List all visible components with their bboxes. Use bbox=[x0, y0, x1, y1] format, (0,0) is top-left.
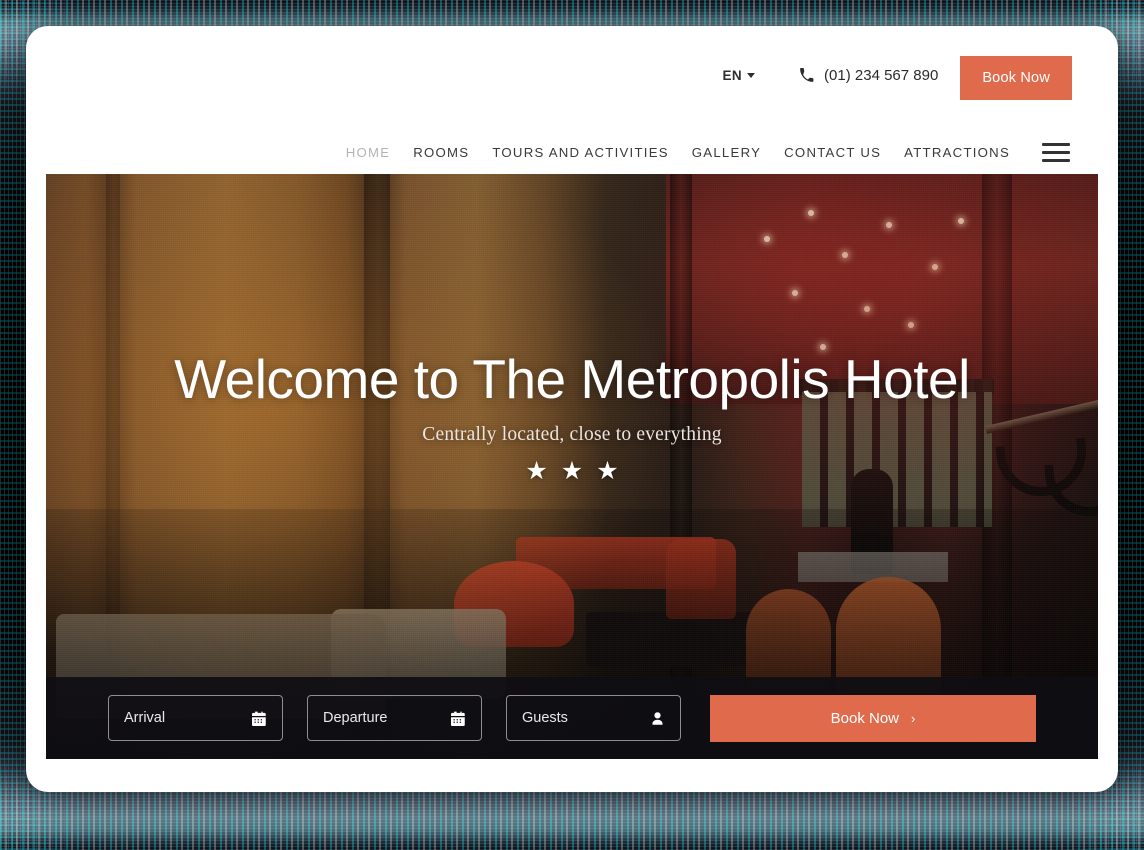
language-label: EN bbox=[722, 68, 743, 83]
nav-item-home[interactable]: HOME bbox=[346, 145, 391, 160]
nav-item-tours-and-activities[interactable]: TOURS AND ACTIVITIES bbox=[492, 145, 668, 160]
calendar-icon bbox=[451, 711, 466, 726]
star-rating: ★ ★ ★ bbox=[46, 459, 1098, 484]
nav-item-attractions[interactable]: ATTRACTIONS bbox=[904, 145, 1010, 160]
arrival-date-input[interactable]: Arrival bbox=[108, 695, 283, 741]
nav-item-gallery[interactable]: GALLERY bbox=[692, 145, 761, 160]
chevron-right-icon: › bbox=[911, 710, 916, 726]
hero-section: Welcome to The Metropolis Hotel Centrall… bbox=[46, 174, 1098, 759]
guests-placeholder: Guests bbox=[522, 710, 568, 726]
arrival-placeholder: Arrival bbox=[124, 710, 166, 726]
browser-viewport: EN (01) 234 567 890 Book Now HOME ROOMS … bbox=[46, 34, 1098, 784]
hero-subtitle: Centrally located, close to everything bbox=[422, 424, 722, 446]
nav-item-contact-us[interactable]: CONTACT US bbox=[784, 145, 881, 160]
hero-title: Welcome to The Metropolis Hotel bbox=[174, 348, 970, 410]
departure-date-input[interactable]: Departure bbox=[307, 695, 482, 741]
chevron-down-icon bbox=[747, 73, 756, 78]
device-frame: EN (01) 234 567 890 Book Now HOME ROOMS … bbox=[26, 26, 1118, 792]
phone-contact[interactable]: (01) 234 567 890 bbox=[799, 67, 938, 84]
phone-icon bbox=[799, 68, 814, 83]
language-selector[interactable]: EN bbox=[722, 68, 756, 83]
star-icon: ★ bbox=[596, 457, 619, 486]
book-now-cta-label: Book Now bbox=[830, 709, 900, 727]
calendar-icon bbox=[252, 711, 267, 726]
phone-number: (01) 234 567 890 bbox=[824, 67, 939, 84]
star-icon: ★ bbox=[525, 457, 548, 486]
nav-item-rooms[interactable]: ROOMS bbox=[413, 145, 469, 160]
book-now-header-button[interactable]: Book Now bbox=[960, 56, 1072, 100]
book-now-cta-button[interactable]: Book Now › bbox=[710, 694, 1036, 742]
star-icon: ★ bbox=[560, 457, 584, 486]
departure-placeholder: Departure bbox=[323, 710, 388, 726]
person-icon bbox=[650, 711, 665, 726]
top-utility-bar: EN (01) 234 567 890 Book Now bbox=[46, 34, 1098, 130]
hero-content: Welcome to The Metropolis Hotel Centrall… bbox=[46, 350, 1098, 484]
guests-input[interactable]: Guests bbox=[506, 695, 681, 741]
booking-bar: Arrival Departure Guests Book Now › bbox=[46, 677, 1098, 759]
hamburger-menu-icon[interactable] bbox=[1042, 142, 1070, 162]
main-navigation: HOME ROOMS TOURS AND ACTIVITIES GALLERY … bbox=[46, 130, 1098, 174]
